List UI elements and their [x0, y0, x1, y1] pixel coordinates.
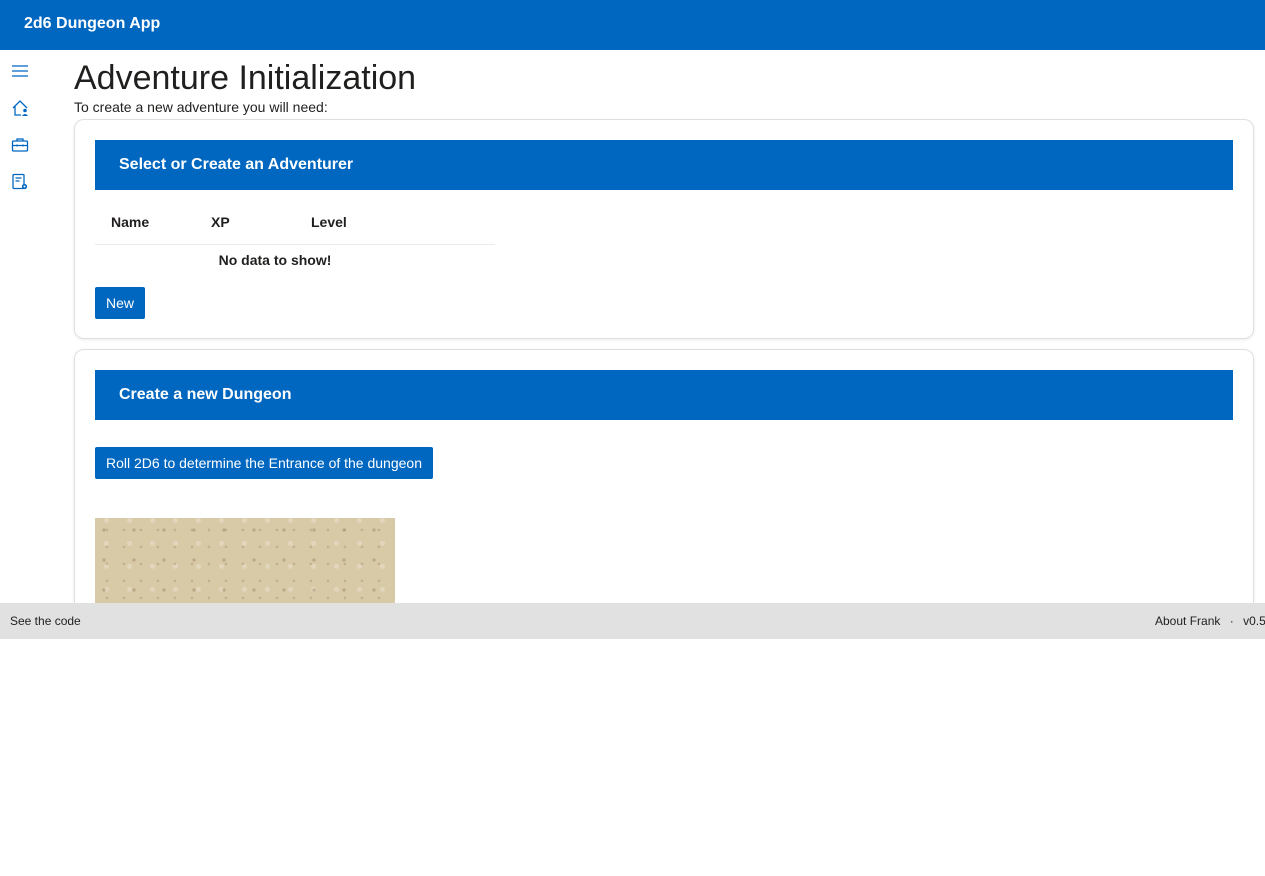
roll-entrance-button[interactable]: Roll 2D6 to determine the Entrance of th… [95, 447, 433, 479]
page-title: Adventure Initialization [74, 59, 417, 97]
about-link[interactable]: About Frank [1155, 614, 1220, 628]
column-header-xp[interactable]: XP [195, 200, 295, 244]
dungeon-map-image [95, 518, 395, 604]
adventurer-card: Select or Create an Adventurer Name XP L… [74, 119, 1254, 339]
hamburger-menu-icon [12, 65, 28, 77]
see-code-link[interactable]: See the code [10, 614, 81, 628]
nav-notes-button[interactable] [2, 166, 38, 198]
column-header-level[interactable]: Level [295, 200, 395, 244]
app-title: 2d6 Dungeon App [24, 15, 161, 32]
intro-text: To create a new adventure you will need: [74, 99, 328, 115]
toolbox-icon [11, 138, 29, 152]
bottom-empty-element[interactable] [74, 844, 126, 876]
app-header: 2d6 Dungeon App [0, 0, 1265, 50]
home-person-icon [12, 100, 28, 116]
empty-grid-message: No data to show! [218, 252, 332, 268]
column-label-xp[interactable]: XP [201, 206, 287, 238]
nav-home-button[interactable] [2, 92, 38, 124]
footer: See the code About Frank · v0.5.3 [0, 603, 1265, 639]
version-label: v0.5.3 [1243, 614, 1265, 628]
dungeon-card: Create a new Dungeon Roll 2D6 to determi… [74, 349, 1254, 619]
footer-right: About Frank · v0.5.3 [1155, 614, 1265, 628]
column-header-name[interactable]: Name [95, 200, 195, 244]
nav-inventory-button[interactable] [2, 129, 38, 161]
footer-separator: · [1229, 614, 1234, 628]
document-settings-icon [12, 173, 28, 190]
column-label-level[interactable]: Level [301, 206, 387, 238]
adventurer-grid-header: Name XP Level [95, 200, 495, 245]
menu-button[interactable] [2, 55, 38, 87]
new-adventurer-button[interactable]: New [95, 287, 145, 319]
adventurer-card-header: Select or Create an Adventurer [95, 140, 1233, 190]
dungeon-card-header: Create a new Dungeon [95, 370, 1233, 420]
column-label-name[interactable]: Name [101, 206, 187, 238]
